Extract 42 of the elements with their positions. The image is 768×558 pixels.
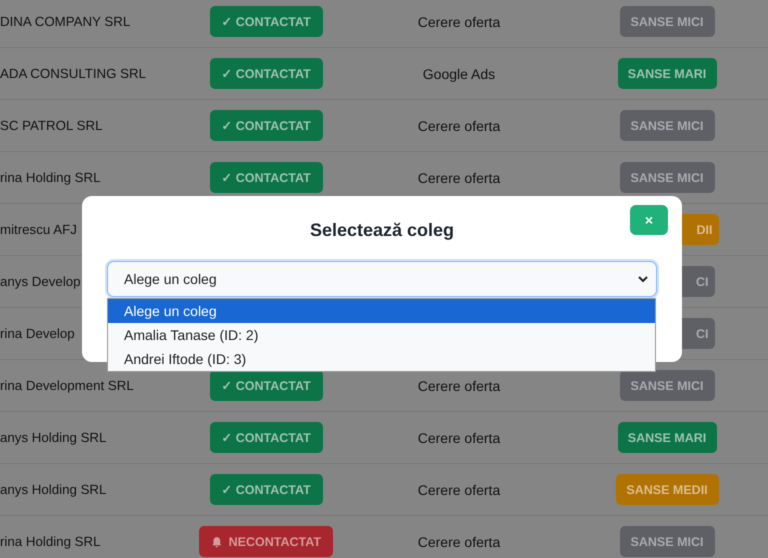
source-text: Cerere oferta [418, 118, 500, 134]
source-text: Cerere oferta [418, 170, 500, 186]
chance-badge: SANSE MEDII [616, 474, 718, 505]
status-badge[interactable]: ✓ CONTACTAT [210, 370, 322, 401]
company-name: rina Holding SRL [0, 170, 101, 185]
chance-badge: SANSE MICI [620, 526, 714, 557]
source-text: Cerere oferta [418, 534, 500, 550]
dropdown-option[interactable]: Andrei Iftode (ID: 3) [108, 347, 655, 371]
status-badge[interactable]: ✓ CONTACTAT [210, 162, 322, 193]
chance-badge: SANSE MICI [620, 110, 714, 141]
chance-badge: SANSE MARI [618, 422, 716, 453]
status-badge[interactable]: NECONTACTAT [199, 526, 333, 557]
status-badge[interactable]: ✓ CONTACTAT [210, 474, 322, 505]
company-name: ADA CONSULTING SRL [0, 66, 146, 81]
company-name: rina Develop [0, 326, 75, 341]
chance-badge: SANSE MICI [620, 6, 714, 37]
bell-icon [211, 536, 223, 548]
modal-title: Selectează coleg [310, 220, 454, 241]
source-text: Cerere oferta [418, 430, 500, 446]
company-name: rina Holding SRL [0, 534, 101, 549]
status-badge[interactable]: ✓ CONTACTAT [210, 422, 322, 453]
status-badge[interactable]: ✓ CONTACTAT [210, 110, 322, 141]
company-name: DINA COMPANY SRL [0, 14, 130, 29]
company-name: anys Holding SRL [0, 482, 106, 497]
source-text: Cerere oferta [418, 14, 500, 30]
chance-badge: SANSE MICI [620, 370, 714, 401]
status-badge[interactable]: ✓ CONTACTAT [210, 6, 322, 37]
company-name: SC PATROL SRL [0, 118, 102, 133]
source-text: Cerere oferta [418, 482, 500, 498]
company-name: rina Development SRL [0, 378, 134, 393]
source-text: Google Ads [422, 66, 496, 82]
chance-badge: SANSE MARI [618, 58, 716, 89]
company-name: mitrescu AFJ [0, 222, 77, 237]
company-name: anys Holding SRL [0, 430, 106, 445]
source-text: Cerere oferta [418, 378, 500, 394]
close-button[interactable]: × [630, 205, 668, 235]
dropdown-option[interactable]: Alege un coleg [108, 299, 655, 323]
chance-badge: SANSE MICI [620, 162, 714, 193]
chevron-down-icon [638, 275, 648, 283]
status-badge[interactable]: ✓ CONTACTAT [210, 58, 322, 89]
colleague-select[interactable]: Alege un coleg [107, 261, 657, 297]
company-name: anys Develop [0, 274, 81, 289]
